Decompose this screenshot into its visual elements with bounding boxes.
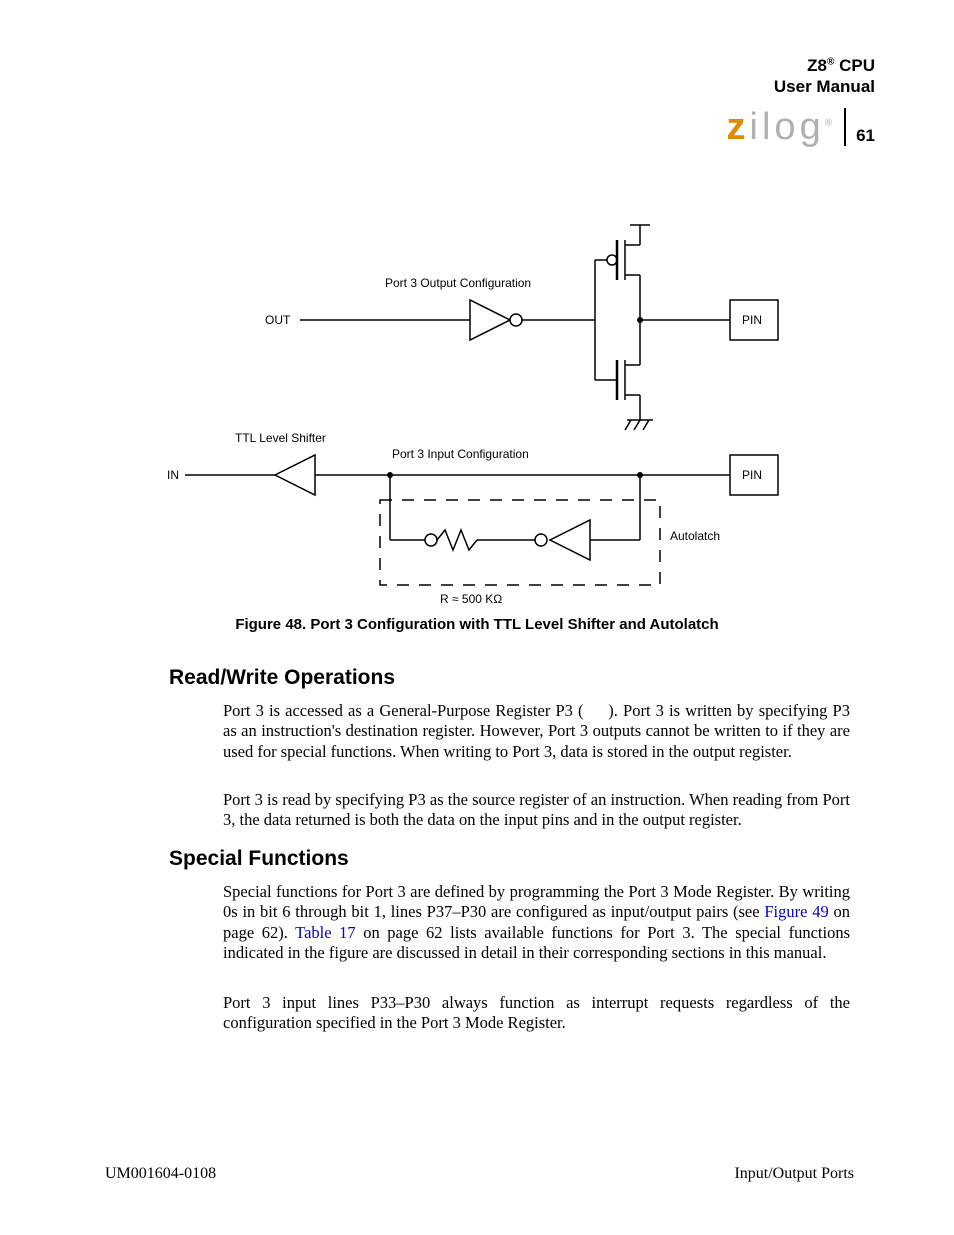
footer-section-name: Input/Output Ports: [734, 1165, 854, 1183]
page-number: 61: [856, 126, 875, 146]
footer-doc-id: UM001604-0108: [105, 1165, 216, 1183]
hdr-line1-post: CPU: [834, 56, 875, 75]
label-output-conf: Port 3 Output Configuration: [385, 276, 531, 290]
fig-caption-text: Port 3 Configuration with TTL Level Shif…: [306, 616, 719, 633]
sf-paragraph-1: Special functions for Port 3 are defined…: [223, 882, 850, 963]
zilog-logo: zilog®: [727, 108, 847, 146]
doc-header: Z8® CPU User Manual: [774, 55, 875, 98]
logo-block: zilog® 61: [727, 108, 875, 146]
fig-caption-lead: Figure 48.: [235, 616, 306, 633]
sf-paragraph-2: Port 3 input lines P33–P30 always functi…: [223, 993, 850, 1034]
link-table-17[interactable]: Table 17: [295, 923, 356, 942]
label-input-conf: Port 3 Input Configuration: [392, 447, 529, 461]
figure-caption: Figure 48. Port 3 Configuration with TTL…: [0, 616, 954, 633]
hdr-line2: User Manual: [774, 77, 875, 96]
heading-read-write: Read/Write Operations: [169, 666, 395, 690]
label-pin-out: PIN: [742, 313, 762, 327]
logo-z: z: [727, 106, 750, 148]
label-in: IN: [167, 468, 179, 482]
label-ttl: TTL Level Shifter: [235, 431, 326, 445]
logo-rest: ilog: [750, 106, 825, 148]
heading-special-functions: Special Functions: [169, 847, 349, 871]
label-autolatch: Autolatch: [670, 529, 720, 543]
rw-paragraph-1: Port 3 is accessed as a General-Purpose …: [223, 701, 850, 762]
rw-paragraph-2: Port 3 is read by specifying P3 as the s…: [223, 790, 850, 831]
figure-diagram: Port 3 Output Configuration OUT: [145, 205, 805, 605]
sf-p1-part1: Special functions for Port 3 are defined…: [223, 882, 850, 921]
label-r-approx: R ≈ 500 KΩ: [440, 592, 502, 605]
label-pin-in: PIN: [742, 468, 762, 482]
hdr-line1-pre: Z8: [807, 56, 827, 75]
label-out: OUT: [265, 313, 291, 327]
link-figure-49[interactable]: Figure 49: [764, 902, 828, 921]
